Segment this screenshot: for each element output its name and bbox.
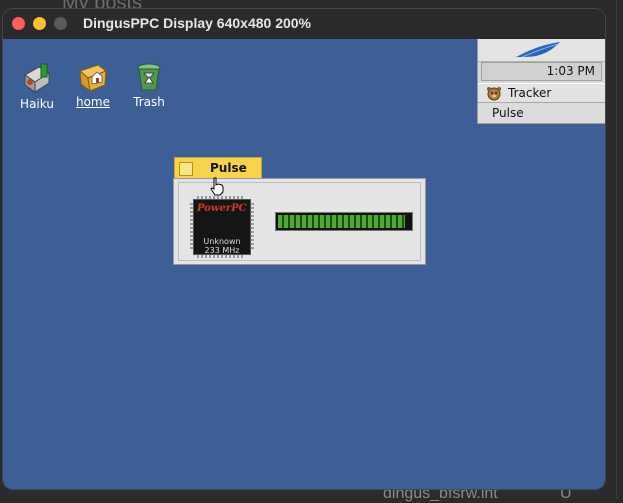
desktop-icon-label: Haiku [20, 97, 54, 111]
tracker-icon [487, 87, 501, 101]
cpu-speed-label: 233 MHz [204, 246, 240, 255]
emulator-window: DingusPPC Display 640x480 200% Haiku hom… [3, 9, 605, 489]
cpu-load-bar [275, 212, 413, 231]
haiku-drive-icon [22, 63, 52, 95]
desktop-icon-label: Trash [133, 95, 165, 109]
deskbar-tracker-item[interactable]: Tracker [478, 83, 605, 103]
pulse-label: Pulse [492, 106, 524, 120]
deskbar-pulse-item[interactable]: Pulse [478, 103, 605, 123]
window-title: DingusPPC Display 640x480 200% [83, 15, 312, 31]
desktop-icon-haiku[interactable]: Haiku [9, 63, 65, 111]
home-folder-icon [78, 61, 108, 93]
leaf-menu-button[interactable] [478, 39, 605, 62]
zoom-window-button[interactable] [54, 17, 67, 30]
window-titlebar[interactable]: DingusPPC Display 640x480 200% [3, 9, 605, 39]
haiku-leaf-icon [516, 42, 560, 58]
haiku-desktop[interactable]: Haiku home Trash 1:03 PM Tracker Pulse P… [3, 39, 605, 489]
cpu-brand-label: PowerPC [197, 203, 247, 214]
close-window-button[interactable] [12, 17, 25, 30]
background-divider [616, 0, 617, 499]
hand-cursor-icon [210, 177, 224, 196]
desktop-icon-trash[interactable]: Trash [121, 61, 177, 109]
cpu-load-fill [278, 215, 405, 228]
deskbar: 1:03 PM Tracker Pulse [477, 39, 605, 124]
cpu-chip-icon: PowerPC Unknown 233 MHz [190, 196, 254, 258]
minimize-window-button[interactable] [33, 17, 46, 30]
pulse-window-title: Pulse [210, 161, 247, 175]
tracker-label: Tracker [508, 86, 552, 100]
desktop-icon-home[interactable]: home [65, 61, 121, 109]
pulse-close-button[interactable] [179, 162, 193, 176]
trash-icon [134, 61, 164, 93]
deskbar-clock[interactable]: 1:03 PM [481, 62, 602, 81]
cpu-model-label: Unknown [203, 237, 241, 246]
desktop-icon-label: home [75, 95, 111, 109]
